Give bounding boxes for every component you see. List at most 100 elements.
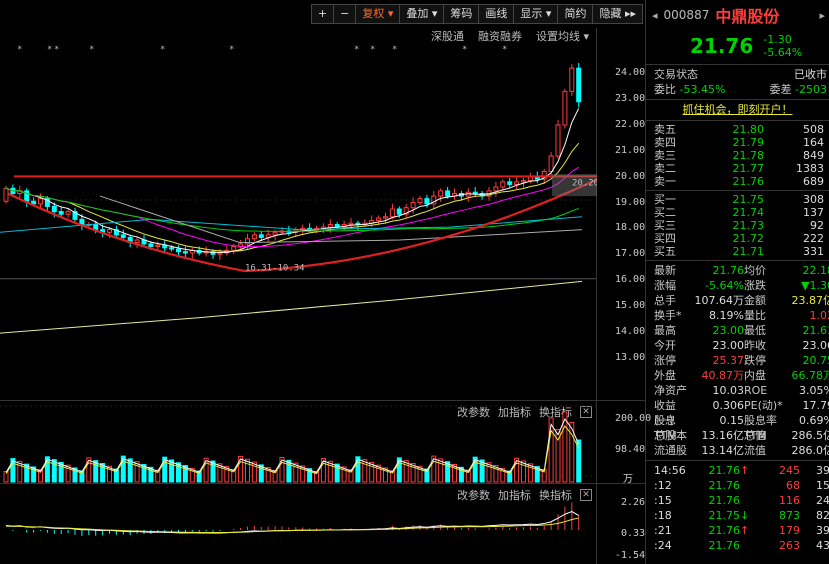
stats-row: 今开 23.00 昨收 23.06 xyxy=(646,338,829,353)
stats-row: 股息TTM0.15 股息率TTM0.69% xyxy=(646,413,829,442)
candle-body xyxy=(348,222,354,226)
sell-row[interactable]: 卖二 21.77 1383 xyxy=(646,162,829,175)
sell-row[interactable]: 卖三 21.78 849 xyxy=(646,149,829,162)
candle-body xyxy=(383,216,388,219)
stats-label: 总手 xyxy=(654,294,676,307)
ob-volume: 92 xyxy=(810,219,824,232)
buy-row[interactable]: 买五 21.71 331 xyxy=(646,245,829,258)
tick-price: 21.76 xyxy=(708,494,741,507)
event-marker-icon: * xyxy=(392,45,397,55)
stats-value: 23.87亿 xyxy=(791,294,829,307)
vol-unit: 万 xyxy=(623,474,633,485)
tick-list: 14:56 21.76 ↑ 245 39:12 21.76 68 15:15 21.76 116 2… xyxy=(646,463,829,553)
ob-price: 21.77 xyxy=(732,162,765,175)
stats-value: 23.00 xyxy=(712,339,745,352)
buy-orderbook: 买一 21.75 308 买二 21.74 137 买三 21.73 92 买四 21.72 222 买… xyxy=(646,193,829,258)
tick-row: 14:56 21.76 ↑ 245 39 xyxy=(646,463,829,478)
sell-row[interactable]: 卖四 21.79 164 xyxy=(646,136,829,149)
stats-label: 最低 xyxy=(744,324,766,337)
candle-body xyxy=(396,208,402,215)
tick-price: 21.76 xyxy=(708,524,741,537)
tick-count: 43 xyxy=(816,539,829,552)
sell-row[interactable]: 卖一 21.76 689 xyxy=(646,175,829,188)
candle-body xyxy=(438,190,444,197)
candle-body xyxy=(51,205,57,213)
volume-bar xyxy=(286,459,292,483)
open-account-link[interactable]: 抓住机会，即刻开户！ xyxy=(646,102,829,118)
ob-price: 21.80 xyxy=(732,123,765,136)
candle-body xyxy=(251,234,257,240)
price-tick: 23.00 xyxy=(615,93,646,104)
volume-bar xyxy=(514,457,520,483)
tick-count: 82 xyxy=(816,509,829,522)
price-tick: 17.00 xyxy=(615,248,646,259)
tick-volume: 263 xyxy=(779,539,800,552)
ob-label: 卖四 xyxy=(654,136,676,149)
buy-row[interactable]: 买一 21.75 308 xyxy=(646,193,829,206)
tick-volume: 245 xyxy=(779,464,800,477)
vol-ma-line xyxy=(5,418,580,474)
hide-button[interactable]: 隐藏 ▸▸ xyxy=(592,4,643,24)
stats-label: 内盘 xyxy=(744,369,766,382)
back-arrow-icon[interactable]: ◂ xyxy=(652,9,658,22)
price-change-pct: -5.64% xyxy=(763,46,803,59)
stats-value: 3.05% xyxy=(799,384,829,397)
buy-row[interactable]: 买二 21.74 137 xyxy=(646,206,829,219)
volume-bar xyxy=(438,458,444,483)
tick-time: :21 xyxy=(654,524,672,537)
stats-label: 最新 xyxy=(654,264,676,277)
ob-label: 卖一 xyxy=(654,175,676,188)
volume-bar xyxy=(320,458,326,483)
volume-bar xyxy=(120,455,126,483)
price-tick: 22.00 xyxy=(615,119,646,130)
candle-body xyxy=(472,191,478,194)
volume-bar xyxy=(403,460,409,483)
tick-row: :24 21.76 263 43 xyxy=(646,538,829,553)
ma-line xyxy=(5,187,579,232)
ob-price: 21.71 xyxy=(732,245,765,258)
forward-arrow-icon[interactable]: ▸ xyxy=(819,9,825,22)
stats-value: 107.64万 xyxy=(694,294,745,307)
stats-row: 总股本 13.16亿 总值 286.5亿 xyxy=(646,428,829,443)
stats-value: 40.87万 xyxy=(701,369,745,382)
candle-body xyxy=(120,234,126,238)
macd-tick: -1.54 xyxy=(615,550,646,561)
ob-volume: 308 xyxy=(803,193,824,206)
stock-code: 000887 xyxy=(663,8,710,22)
stats-table: 最新 21.76 均价 22.18 涨幅 -5.64% 涨跌 ▼1.30 总手 107.64万… xyxy=(646,263,829,458)
event-marker-icon: * xyxy=(462,45,467,55)
stats-row: 涨停 25.37 跌停 20.75 xyxy=(646,353,829,368)
stats-label: 金额 xyxy=(744,294,766,307)
stats-row: 净资产 10.03 ROE 3.05% xyxy=(646,383,829,398)
buy-row[interactable]: 买四 21.72 222 xyxy=(646,232,829,245)
stats-label: 总值 xyxy=(744,429,766,442)
stock-name: 中鼎股份 xyxy=(715,7,780,26)
stats-row: 最高 23.00 最低 21.61 xyxy=(646,323,829,338)
stats-row: 换手* 8.19% 量比 1.02 xyxy=(646,308,829,323)
stats-row: 最新 21.76 均价 22.18 xyxy=(646,263,829,278)
candle-body xyxy=(107,229,112,233)
kline-chart-area[interactable]: + − 复权 ▾ 叠加 ▾ 筹码 画线 显示 ▾ 简约 隐藏 ▸▸ 深股通 融资… xyxy=(0,0,651,564)
event-marker-icon: * xyxy=(160,45,165,55)
stats-value: 23.00 xyxy=(712,324,745,337)
volume-bar xyxy=(127,458,133,483)
stats-value: 21.76 xyxy=(712,264,745,277)
candle-body xyxy=(576,67,582,103)
candle-body xyxy=(569,67,575,92)
stats-label: 涨停 xyxy=(654,354,676,367)
candle-body xyxy=(424,198,430,205)
volume-bar xyxy=(203,457,209,483)
event-marker-icon: * xyxy=(502,45,507,55)
tick-count: 39 xyxy=(816,524,829,537)
sell-row[interactable]: 卖五 21.80 508 xyxy=(646,123,829,136)
price-tick: 19.00 xyxy=(615,197,646,208)
candle-body xyxy=(376,217,382,222)
ob-label: 卖二 xyxy=(654,162,676,175)
tick-time: :18 xyxy=(654,509,672,522)
buy-row[interactable]: 买三 21.73 92 xyxy=(646,219,829,232)
event-marker-icon: * xyxy=(354,45,359,55)
tick-volume: 116 xyxy=(779,494,800,507)
ob-volume: 164 xyxy=(803,136,824,149)
ma250-line xyxy=(0,280,583,334)
status-value: 已收市 xyxy=(794,68,827,81)
